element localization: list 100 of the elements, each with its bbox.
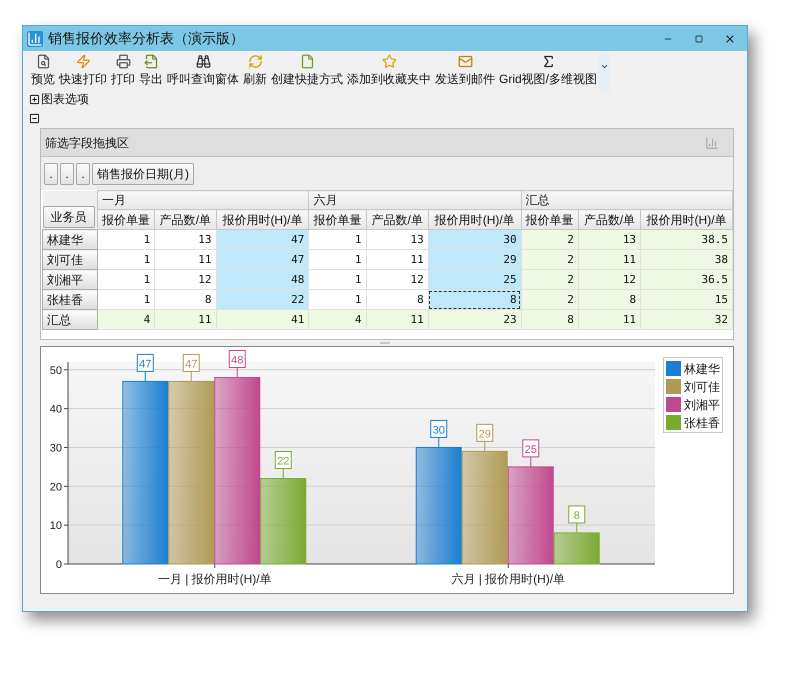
toolbar-button[interactable]: 打印: [109, 54, 137, 90]
data-label: 48: [228, 350, 246, 378]
row-header: 张桂香: [42, 290, 98, 310]
caret-icon: [600, 62, 610, 71]
close-icon: [724, 32, 736, 44]
table-cell: 8: [578, 290, 641, 310]
table-cell: 12: [578, 270, 641, 290]
table-cell: 1: [308, 230, 366, 250]
axis-tick-label: 30: [50, 442, 62, 454]
chart-options-toggle[interactable]: 图表选项: [29, 90, 89, 108]
column-group-header: 汇总: [521, 190, 732, 210]
table-cell: 1: [98, 270, 155, 290]
table-cell: 8: [521, 310, 578, 330]
column-header: 报价单量: [521, 210, 578, 230]
table-cell: 1: [98, 250, 155, 270]
table-cell: 4: [308, 310, 366, 330]
table-cell: 2: [521, 290, 578, 310]
row-header: 汇总: [42, 310, 98, 330]
collapse-icon: [29, 112, 40, 124]
table-cell: 30: [428, 230, 522, 250]
export-icon: [144, 54, 158, 69]
table-cell: 41: [216, 310, 309, 330]
table-cell: 15: [640, 290, 732, 310]
table-cell: 1: [308, 290, 366, 310]
axis-tick-label: 40: [50, 404, 62, 416]
app-icon: [27, 30, 43, 46]
toolbar-button[interactable]: Grid视图/多维视图: [497, 54, 600, 90]
data-label: 47: [182, 354, 200, 382]
table-cell: 36.5: [640, 270, 732, 290]
toolbar-button[interactable]: 导出: [137, 54, 165, 90]
table-cell: 23: [428, 310, 522, 330]
table-cell: 12: [154, 270, 216, 290]
row-header: 林建华: [42, 230, 98, 250]
data-label: 30: [430, 420, 448, 448]
table-cell: 11: [366, 250, 428, 270]
column-header: 报价用时(H)/单: [428, 210, 522, 230]
field-button[interactable]: 销售报价日期(月): [92, 162, 194, 184]
field-button[interactable]: .: [44, 162, 58, 184]
column-header: 产品数/单: [366, 210, 428, 230]
column-group-header: 一月: [98, 190, 309, 210]
table-cell: 1: [98, 290, 155, 310]
row-header: 刘可佳: [42, 250, 98, 270]
expand-icon: [29, 94, 40, 104]
row-header: 刘湘平: [42, 270, 98, 290]
table-cell: 8: [428, 290, 522, 310]
table-cell: 8: [366, 290, 428, 310]
mail-icon: [458, 54, 472, 69]
column-header: 报价单量: [98, 210, 155, 230]
row-field-button[interactable]: 业务员: [42, 206, 94, 228]
data-label: 25: [522, 439, 540, 468]
table-cell: 2: [521, 250, 578, 270]
column-header: 报价用时(H)/单: [216, 210, 309, 230]
table-cell: 13: [366, 230, 428, 250]
data-label: 29: [476, 424, 494, 452]
star-icon: [382, 54, 396, 69]
axis-tick-label: 0: [56, 559, 62, 571]
lightning-icon: [76, 54, 90, 69]
field-button[interactable]: .: [60, 162, 74, 184]
table-cell: 1: [98, 230, 155, 250]
collapse-toggle[interactable]: [29, 112, 41, 124]
column-header: 产品数/单: [154, 210, 216, 230]
axis-tick-label: 20: [50, 481, 62, 494]
data-label: 22: [274, 451, 292, 480]
toolbar-button[interactable]: 发送到邮件: [433, 54, 497, 90]
table-cell: 11: [578, 250, 641, 270]
table-cell: 38: [640, 250, 732, 270]
legend-label: 林建华: [684, 360, 720, 378]
document-icon: [300, 54, 314, 69]
legend-label: 张桂香: [684, 414, 720, 432]
toolbar-button[interactable]: 添加到收藏夹中: [345, 54, 433, 90]
category-label: 一月 | 报价用时(H)/单: [158, 572, 272, 586]
document-search-icon: [36, 54, 50, 69]
table-cell: 11: [154, 310, 216, 330]
field-button[interactable]: .: [76, 162, 90, 184]
table-cell: 1: [308, 250, 366, 270]
toolbar-button[interactable]: 呼叫查询窗体: [165, 54, 241, 90]
table-cell: 12: [366, 270, 428, 290]
toolbar-button[interactable]: 快速打印: [57, 54, 109, 90]
table-cell: 13: [154, 230, 216, 250]
table-cell: 13: [578, 230, 641, 250]
toolbar-button[interactable]: 刷新: [241, 54, 269, 90]
table-cell: 2: [521, 230, 578, 250]
table-cell: 11: [578, 310, 641, 330]
legend-label: 刘湘平: [684, 396, 720, 414]
table-cell: 29: [428, 250, 522, 270]
toolbar-button[interactable]: 预览: [29, 54, 57, 90]
table-cell: 25: [428, 270, 522, 290]
table-cell: 1: [308, 270, 366, 290]
table-cell: 11: [154, 250, 216, 270]
chart-icon: [705, 136, 719, 150]
binoculars-icon: [196, 54, 210, 69]
data-label: 8: [568, 505, 586, 534]
splitter-handle[interactable]: [380, 342, 390, 344]
window-title: 销售报价效率分析表（演示版）: [48, 29, 244, 48]
maximize-icon: [695, 34, 703, 42]
refresh-icon: [248, 54, 262, 69]
table-cell: 38.5: [640, 230, 732, 250]
legend-label: 刘可佳: [684, 378, 720, 396]
toolbar-button[interactable]: 创建快捷方式: [269, 54, 345, 90]
table-cell: 2: [521, 270, 578, 290]
